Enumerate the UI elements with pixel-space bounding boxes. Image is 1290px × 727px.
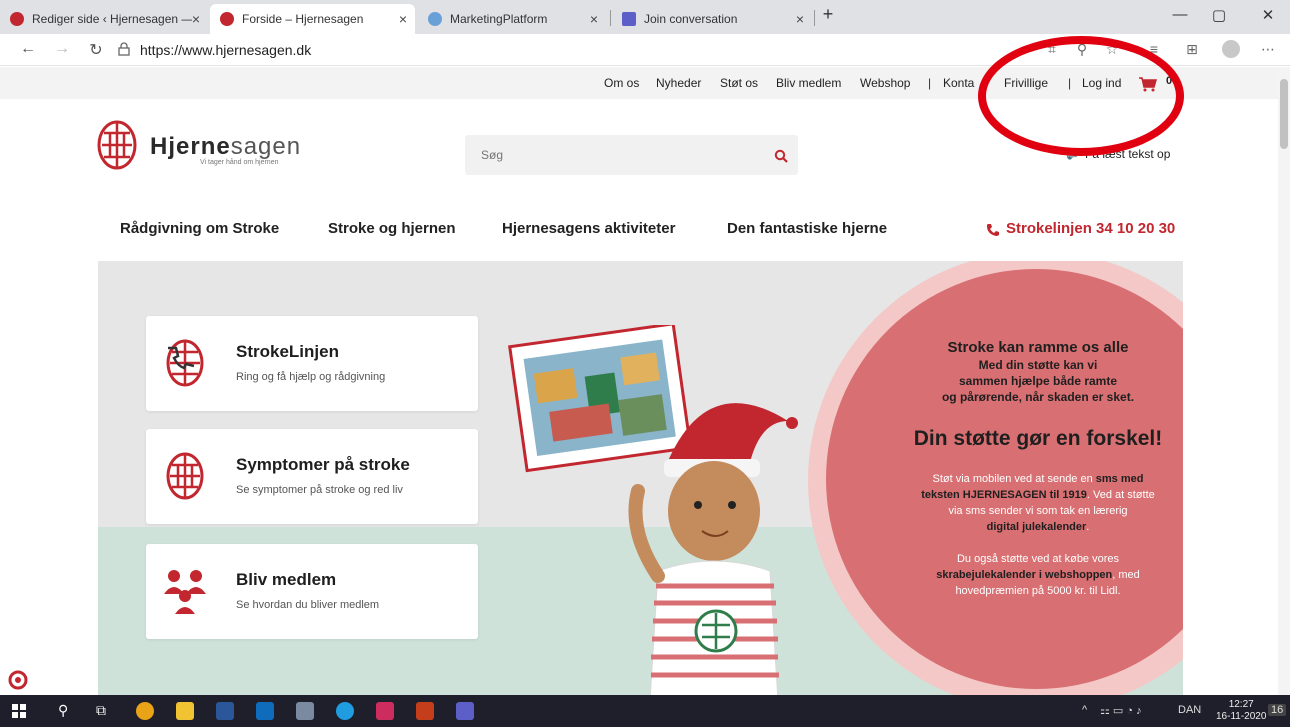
- card-symptomer[interactable]: Symptomer på stroke Se symptomer på stro…: [146, 429, 478, 524]
- refresh-icon[interactable]: ↻: [86, 40, 106, 60]
- scrollbar-thumb[interactable]: [1280, 79, 1288, 149]
- paint-icon[interactable]: [296, 702, 314, 720]
- promo-subheadline: Med din støtte kan vi sammen hjælpe både…: [941, 358, 1135, 404]
- mainnav-aktiviteter[interactable]: Hjernesagens aktiviteter: [502, 220, 675, 237]
- tab-rediger-side[interactable]: Rediger side ‹ Hjernesagen — W ×: [0, 4, 208, 34]
- nav-om-os[interactable]: Om os: [604, 76, 639, 90]
- nav-webshop[interactable]: Webshop: [860, 76, 910, 90]
- child-santa-hat-illustration: [628, 403, 798, 695]
- nav-kontakt[interactable]: Konta: [943, 76, 974, 90]
- search-input[interactable]: [465, 135, 798, 175]
- hjernesagen-favicon-icon: [220, 12, 234, 26]
- tab-close-icon[interactable]: ×: [590, 11, 598, 27]
- card-title: Bliv medlem: [236, 570, 337, 589]
- lock-icon: [118, 42, 130, 56]
- url-field[interactable]: https://www.hjernesagen.dk: [140, 42, 311, 58]
- mainnav-raadgivning[interactable]: Rådgivning om Stroke: [120, 220, 279, 237]
- hjernesagen-favicon-icon: [10, 12, 24, 26]
- taskbar-clock[interactable]: 12:27 16-11-2020: [1216, 699, 1266, 723]
- edge-icon[interactable]: [336, 702, 354, 720]
- phone-icon: [987, 224, 999, 236]
- windows-taskbar: ⚲ ⧉ ^ ⚏ ▭ ◔ ♪ DAN 12:27 16-11-2020 16: [0, 695, 1290, 727]
- hjernesagen-logo-icon[interactable]: [96, 119, 138, 171]
- tab-title: Rediger side ‹ Hjernesagen — W: [32, 12, 192, 26]
- forward-icon[interactable]: →: [52, 40, 72, 58]
- card-title: StrokeLinjen: [236, 342, 339, 361]
- logo-wordmark[interactable]: Hjernesagen: [150, 133, 301, 161]
- brain-phone-icon: [166, 339, 204, 387]
- task-view-icon[interactable]: ⧉: [96, 702, 106, 719]
- hero-banner: Stroke kan ramme os alle Med din støtte …: [98, 261, 1183, 695]
- tray-language[interactable]: DAN: [1178, 704, 1201, 716]
- close-window-button[interactable]: ✕: [1258, 6, 1278, 24]
- maximize-button[interactable]: ▢: [1209, 6, 1229, 24]
- windows-start-icon[interactable]: [12, 704, 26, 718]
- promo-headline: Stroke kan ramme os alle: [947, 339, 1129, 356]
- more-menu-icon[interactable]: ⋯: [1258, 41, 1278, 58]
- card-strokelinjen[interactable]: StrokeLinjen Ring og få hjælp og rådgivn…: [146, 316, 478, 411]
- nav-stoet-os[interactable]: Støt os: [720, 76, 758, 90]
- minimize-button[interactable]: —: [1170, 6, 1190, 23]
- tab-forside[interactable]: Forside – Hjernesagen ×: [210, 4, 415, 34]
- tab-title: MarketingPlatform: [450, 12, 548, 26]
- web-page: Om os Nyheder Støt os Bliv medlem Websho…: [0, 67, 1278, 695]
- card-subtitle: Ring og få hjælp og rådgivning: [236, 371, 386, 383]
- promo-sms-text: Støt via mobilen ved at sende en sms med…: [921, 473, 1155, 533]
- chrome-icon[interactable]: [136, 702, 154, 720]
- card-subtitle: Se symptomer på stroke og red liv: [236, 484, 403, 496]
- tray-network-icon[interactable]: ⚏ ▭ ◔ ♪: [1100, 704, 1142, 717]
- search-icon[interactable]: [774, 149, 788, 163]
- nav-bliv-medlem[interactable]: Bliv medlem: [776, 76, 841, 90]
- nav-nyheder[interactable]: Nyheder: [656, 76, 701, 90]
- outlook-icon[interactable]: [256, 702, 274, 720]
- tab-close-icon[interactable]: ×: [399, 11, 407, 27]
- mainnav-fantastiske-hjerne[interactable]: Den fantastiske hjerne: [727, 220, 887, 237]
- tab-join-conversation[interactable]: Join conversation ×: [612, 4, 812, 34]
- card-subtitle: Se hvordan du bliver medlem: [236, 599, 380, 611]
- word-icon[interactable]: [216, 702, 234, 720]
- back-icon[interactable]: ←: [18, 40, 38, 58]
- powerpoint-icon[interactable]: [416, 702, 434, 720]
- tab-title: Forside – Hjernesagen: [242, 12, 364, 26]
- marketing-favicon-icon: [428, 12, 442, 26]
- mainnav-stroke-og-hjernen[interactable]: Stroke og hjernen: [328, 220, 456, 237]
- tab-title: Join conversation: [644, 12, 738, 26]
- promo-webshop-text: Du også støtte ved at købe vores skrabej…: [936, 553, 1140, 597]
- tab-close-icon[interactable]: ×: [192, 11, 200, 27]
- vertical-scrollbar[interactable]: [1278, 67, 1290, 695]
- search-icon[interactable]: ⚲: [58, 702, 68, 719]
- card-bliv-medlem[interactable]: Bliv medlem Se hvordan du bliver medlem: [146, 544, 478, 639]
- brain-icon: [166, 452, 204, 500]
- teams-icon[interactable]: [456, 702, 474, 720]
- cookie-settings-icon[interactable]: [8, 670, 28, 690]
- new-tab-button[interactable]: +: [818, 4, 838, 25]
- browser-tab-strip: Rediger side ‹ Hjernesagen — W × Forside…: [0, 0, 1290, 34]
- indesign-icon[interactable]: [376, 702, 394, 720]
- teams-favicon-icon: [622, 12, 636, 26]
- sep: |: [928, 76, 932, 90]
- tab-marketing-platform[interactable]: MarketingPlatform ×: [418, 4, 606, 34]
- collections-icon[interactable]: ⊞: [1182, 41, 1202, 58]
- red-annotation-circle: [978, 36, 1184, 156]
- tab-close-icon[interactable]: ×: [796, 11, 804, 27]
- tray-caret-icon[interactable]: ^: [1082, 704, 1087, 716]
- members-group-icon: [164, 570, 206, 614]
- strokelinjen-hotline-link[interactable]: Strokelinjen 34 10 20 30: [1006, 220, 1175, 237]
- notification-center-icon[interactable]: 16: [1268, 704, 1287, 716]
- profile-avatar[interactable]: [1222, 40, 1240, 58]
- card-title: Symptomer på stroke: [236, 455, 410, 474]
- file-explorer-icon[interactable]: [176, 702, 194, 720]
- logo-tagline: Vi tager hånd om hjernen: [200, 159, 279, 166]
- promo-big-title: Din støtte gør en forskel!: [913, 427, 1163, 450]
